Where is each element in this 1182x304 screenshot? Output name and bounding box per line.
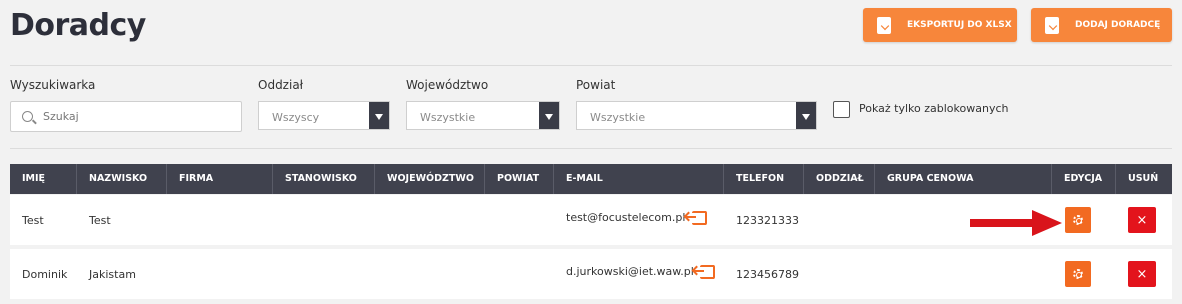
- column-header-company[interactable]: FIRMA: [167, 164, 273, 194]
- voivodeship-select[interactable]: Wszystkie: [406, 101, 560, 130]
- search-box[interactable]: [10, 101, 242, 132]
- branch-select[interactable]: Wszyscy: [258, 101, 390, 130]
- cell-phone: 123321333: [736, 214, 799, 227]
- voivodeship-label: Województwo: [406, 78, 489, 92]
- add-advisor-label: DODAJ DORADCĘ: [1075, 20, 1161, 30]
- blocked-only-checkbox[interactable]: [833, 101, 850, 118]
- add-advisor-button[interactable]: DODAJ DORADCĘ: [1031, 8, 1172, 42]
- chevron-down-icon: [369, 102, 389, 129]
- search-icon: [22, 111, 33, 122]
- column-header-email[interactable]: E-MAIL: [554, 164, 724, 194]
- column-header-edit: EDYCJA: [1052, 164, 1116, 194]
- column-header-phone[interactable]: TELEFON: [724, 164, 804, 194]
- edit-button[interactable]: [1065, 207, 1091, 233]
- county-label: Powiat: [576, 78, 616, 92]
- login-arrow-icon[interactable]: [685, 211, 707, 225]
- delete-button[interactable]: ×: [1128, 261, 1156, 287]
- column-header-last-name[interactable]: NAZWISKO: [77, 164, 167, 194]
- column-header-delete: USUŃ: [1128, 173, 1159, 184]
- column-header-branch[interactable]: ODDZIAŁ: [804, 164, 875, 194]
- search-input[interactable]: [43, 110, 233, 123]
- export-xlsx-button[interactable]: EKSPORTUJ DO XLSX: [863, 8, 1017, 42]
- close-icon: ×: [1136, 266, 1148, 282]
- county-select[interactable]: Wszystkie: [576, 101, 817, 130]
- file-download-icon: [877, 16, 891, 34]
- chevron-down-icon: [539, 102, 559, 129]
- branch-label: Oddział: [258, 78, 304, 92]
- cell-email-text: test@focustelecom.pl: [566, 211, 686, 224]
- column-header-price-group[interactable]: GRUPA CENOWA: [875, 164, 1052, 194]
- delete-button[interactable]: ×: [1128, 207, 1156, 233]
- county-select-value: Wszystkie: [590, 111, 646, 124]
- cell-last-name: Jakistam: [89, 268, 136, 281]
- column-header-position[interactable]: STANOWISKO: [273, 164, 375, 194]
- gear-icon: [1073, 215, 1083, 225]
- login-arrow-icon[interactable]: [694, 265, 716, 279]
- gear-icon: [1073, 269, 1083, 279]
- page-title: Doradcy: [10, 8, 146, 43]
- cell-phone: 123456789: [736, 268, 799, 281]
- annotation-arrow-icon: [970, 210, 1062, 236]
- cell-first-name: Dominik: [22, 268, 68, 281]
- filters-divider: [10, 148, 1172, 149]
- chevron-down-icon: [796, 102, 816, 129]
- branch-select-value: Wszyscy: [272, 111, 320, 124]
- column-header-county[interactable]: POWIAT: [485, 164, 554, 194]
- column-header-first-name[interactable]: IMIĘ: [10, 164, 77, 194]
- edit-button[interactable]: [1065, 261, 1091, 287]
- table-header: IMIĘ NAZWISKO FIRMA STANOWISKO WOJEWÓDZT…: [10, 164, 1172, 194]
- cell-email-text: d.jurkowski@iet.waw.pl: [566, 265, 694, 278]
- column-header-voivodeship[interactable]: WOJEWÓDZTWO: [375, 164, 485, 194]
- close-icon: ×: [1136, 212, 1148, 228]
- cell-first-name: Test: [22, 214, 44, 227]
- cell-email: d.jurkowski@iet.waw.pl: [566, 265, 716, 279]
- table-row: Dominik Jakistam d.jurkowski@iet.waw.pl …: [10, 249, 1172, 299]
- voivodeship-select-value: Wszystkie: [420, 111, 476, 124]
- blocked-only-label: Pokaż tylko zablokowanych: [859, 102, 1009, 115]
- header-divider: [10, 65, 1172, 66]
- cell-last-name: Test: [89, 214, 111, 227]
- file-add-icon: [1045, 16, 1059, 34]
- cell-email: test@focustelecom.pl: [566, 211, 707, 225]
- export-xlsx-label: EKSPORTUJ DO XLSX: [907, 20, 1012, 30]
- search-label: Wyszukiwarka: [10, 78, 96, 92]
